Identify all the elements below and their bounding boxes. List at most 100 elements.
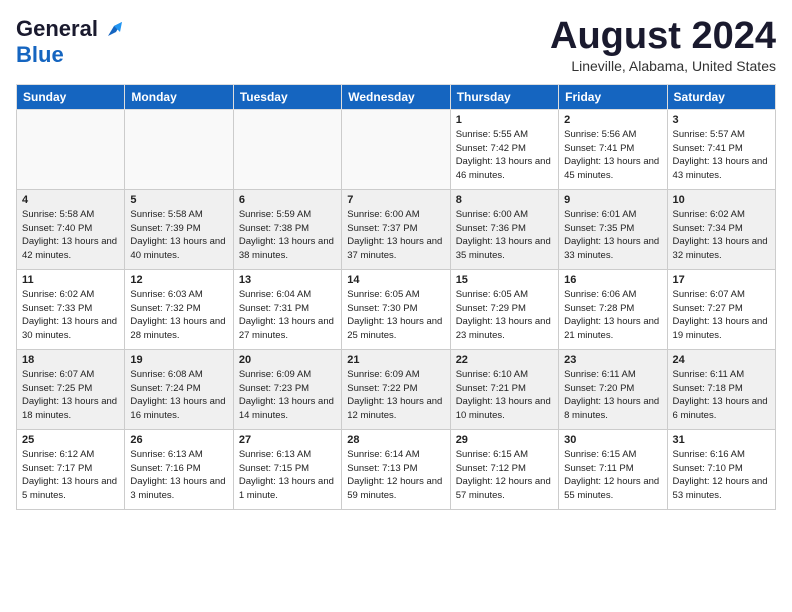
calendar-day-27: 27 Sunrise: 6:13 AMSunset: 7:15 PMDayligh… bbox=[233, 429, 341, 509]
day-info: Sunrise: 6:10 AMSunset: 7:21 PMDaylight:… bbox=[456, 368, 553, 423]
calendar-week-4: 18 Sunrise: 6:07 AMSunset: 7:25 PMDayligh… bbox=[17, 349, 776, 429]
calendar-day-empty-0 bbox=[17, 109, 125, 189]
calendar-week-3: 11Sunrise: 6:02 AMSunset: 7:33 PMDayligh… bbox=[17, 269, 776, 349]
calendar-header-row: SundayMondayTuesdayWednesdayThursdayFrid… bbox=[17, 84, 776, 109]
calendar-day-21: 21 Sunrise: 6:09 AMSunset: 7:22 PMDayligh… bbox=[342, 349, 450, 429]
calendar-day-22: 22 Sunrise: 6:10 AMSunset: 7:21 PMDayligh… bbox=[450, 349, 558, 429]
calendar-day-7: 7Sunrise: 6:00 AMSunset: 7:37 PMDaylight… bbox=[342, 189, 450, 269]
day-info: Sunrise: 6:09 AMSunset: 7:23 PMDaylight:… bbox=[239, 368, 336, 423]
logo-general-text: General bbox=[16, 16, 98, 42]
day-number: 27 bbox=[239, 434, 336, 446]
calendar-day-24: 24Sunrise: 6:11 AMSunset: 7:18 PMDayligh… bbox=[667, 349, 775, 429]
day-number: 7 bbox=[347, 194, 444, 206]
day-number: 6 bbox=[239, 194, 336, 206]
day-number: 4 bbox=[22, 194, 119, 206]
day-info: Sunrise: 5:56 AMSunset: 7:41 PMDaylight:… bbox=[564, 128, 661, 183]
day-number: 18 bbox=[22, 354, 119, 366]
day-number: 25 bbox=[22, 434, 119, 446]
calendar-day-12: 12Sunrise: 6:03 AMSunset: 7:32 PMDayligh… bbox=[125, 269, 233, 349]
calendar-day-4: 4Sunrise: 5:58 AMSunset: 7:40 PMDaylight… bbox=[17, 189, 125, 269]
day-number: 14 bbox=[347, 274, 444, 286]
col-header-saturday: Saturday bbox=[667, 84, 775, 109]
logo: General Blue bbox=[16, 16, 122, 68]
col-header-tuesday: Tuesday bbox=[233, 84, 341, 109]
col-header-monday: Monday bbox=[125, 84, 233, 109]
day-info: Sunrise: 6:14 AMSunset: 7:13 PMDaylight:… bbox=[347, 448, 444, 503]
day-info: Sunrise: 6:01 AMSunset: 7:35 PMDaylight:… bbox=[564, 208, 661, 263]
logo-bird-icon bbox=[100, 18, 122, 40]
col-header-sunday: Sunday bbox=[17, 84, 125, 109]
calendar-day-25: 25Sunrise: 6:12 AMSunset: 7:17 PMDayligh… bbox=[17, 429, 125, 509]
day-number: 31 bbox=[673, 434, 770, 446]
day-info: Sunrise: 6:13 AMSunset: 7:15 PMDaylight:… bbox=[239, 448, 336, 503]
calendar-day-empty-1 bbox=[125, 109, 233, 189]
day-number: 20 bbox=[239, 354, 336, 366]
day-number: 22 bbox=[456, 354, 553, 366]
col-header-thursday: Thursday bbox=[450, 84, 558, 109]
calendar-day-empty-3 bbox=[342, 109, 450, 189]
calendar-week-2: 4Sunrise: 5:58 AMSunset: 7:40 PMDaylight… bbox=[17, 189, 776, 269]
day-number: 26 bbox=[130, 434, 227, 446]
calendar-day-9: 9 Sunrise: 6:01 AMSunset: 7:35 PMDaylight… bbox=[559, 189, 667, 269]
calendar-day-20: 20 Sunrise: 6:09 AMSunset: 7:23 PMDayligh… bbox=[233, 349, 341, 429]
calendar-day-29: 29Sunrise: 6:15 AMSunset: 7:12 PMDayligh… bbox=[450, 429, 558, 509]
calendar-week-5: 25Sunrise: 6:12 AMSunset: 7:17 PMDayligh… bbox=[17, 429, 776, 509]
day-info: Sunrise: 5:59 AMSunset: 7:38 PMDaylight:… bbox=[239, 208, 336, 263]
day-number: 8 bbox=[456, 194, 553, 206]
day-number: 23 bbox=[564, 354, 661, 366]
col-header-wednesday: Wednesday bbox=[342, 84, 450, 109]
day-info: Sunrise: 6:05 AMSunset: 7:29 PMDaylight:… bbox=[456, 288, 553, 343]
calendar-day-6: 6 Sunrise: 5:59 AMSunset: 7:38 PMDaylight… bbox=[233, 189, 341, 269]
calendar-day-28: 28 Sunrise: 6:14 AMSunset: 7:13 PMDayligh… bbox=[342, 429, 450, 509]
day-info: Sunrise: 6:00 AMSunset: 7:36 PMDaylight:… bbox=[456, 208, 553, 263]
calendar-day-30: 30Sunrise: 6:15 AMSunset: 7:11 PMDayligh… bbox=[559, 429, 667, 509]
day-info: Sunrise: 6:05 AMSunset: 7:30 PMDaylight:… bbox=[347, 288, 444, 343]
calendar-day-17: 17 Sunrise: 6:07 AMSunset: 7:27 PMDayligh… bbox=[667, 269, 775, 349]
day-info: Sunrise: 6:15 AMSunset: 7:11 PMDaylight:… bbox=[564, 448, 661, 503]
col-header-friday: Friday bbox=[559, 84, 667, 109]
day-info: Sunrise: 6:11 AMSunset: 7:18 PMDaylight:… bbox=[673, 368, 770, 423]
day-number: 21 bbox=[347, 354, 444, 366]
day-number: 11 bbox=[22, 274, 119, 286]
calendar-day-15: 15Sunrise: 6:05 AMSunset: 7:29 PMDayligh… bbox=[450, 269, 558, 349]
calendar-day-2: 2 Sunrise: 5:56 AMSunset: 7:41 PMDaylight… bbox=[559, 109, 667, 189]
calendar-day-23: 23 Sunrise: 6:11 AMSunset: 7:20 PMDayligh… bbox=[559, 349, 667, 429]
day-number: 5 bbox=[130, 194, 227, 206]
logo-blue-text: Blue bbox=[16, 42, 64, 67]
calendar-day-11: 11Sunrise: 6:02 AMSunset: 7:33 PMDayligh… bbox=[17, 269, 125, 349]
day-number: 12 bbox=[130, 274, 227, 286]
calendar-day-8: 8 Sunrise: 6:00 AMSunset: 7:36 PMDaylight… bbox=[450, 189, 558, 269]
day-info: Sunrise: 6:08 AMSunset: 7:24 PMDaylight:… bbox=[130, 368, 227, 423]
day-info: Sunrise: 6:04 AMSunset: 7:31 PMDaylight:… bbox=[239, 288, 336, 343]
calendar-day-5: 5 Sunrise: 5:58 AMSunset: 7:39 PMDaylight… bbox=[125, 189, 233, 269]
calendar-day-14: 14 Sunrise: 6:05 AMSunset: 7:30 PMDayligh… bbox=[342, 269, 450, 349]
day-info: Sunrise: 6:16 AMSunset: 7:10 PMDaylight:… bbox=[673, 448, 770, 503]
calendar-day-26: 26 Sunrise: 6:13 AMSunset: 7:16 PMDayligh… bbox=[125, 429, 233, 509]
page-header: General Blue August 2024 Lineville, Alab… bbox=[16, 16, 776, 74]
day-number: 28 bbox=[347, 434, 444, 446]
calendar-day-16: 16Sunrise: 6:06 AMSunset: 7:28 PMDayligh… bbox=[559, 269, 667, 349]
day-info: Sunrise: 6:07 AMSunset: 7:27 PMDaylight:… bbox=[673, 288, 770, 343]
day-info: Sunrise: 6:09 AMSunset: 7:22 PMDaylight:… bbox=[347, 368, 444, 423]
calendar-day-10: 10Sunrise: 6:02 AMSunset: 7:34 PMDayligh… bbox=[667, 189, 775, 269]
calendar-day-19: 19Sunrise: 6:08 AMSunset: 7:24 PMDayligh… bbox=[125, 349, 233, 429]
day-info: Sunrise: 6:07 AMSunset: 7:25 PMDaylight:… bbox=[22, 368, 119, 423]
day-info: Sunrise: 6:13 AMSunset: 7:16 PMDaylight:… bbox=[130, 448, 227, 503]
day-number: 9 bbox=[564, 194, 661, 206]
day-number: 17 bbox=[673, 274, 770, 286]
day-number: 16 bbox=[564, 274, 661, 286]
day-number: 13 bbox=[239, 274, 336, 286]
day-info: Sunrise: 6:11 AMSunset: 7:20 PMDaylight:… bbox=[564, 368, 661, 423]
day-number: 3 bbox=[673, 114, 770, 126]
calendar-day-1: 1Sunrise: 5:55 AMSunset: 7:42 PMDaylight… bbox=[450, 109, 558, 189]
day-number: 2 bbox=[564, 114, 661, 126]
day-info: Sunrise: 5:58 AMSunset: 7:39 PMDaylight:… bbox=[130, 208, 227, 263]
calendar-day-3: 3 Sunrise: 5:57 AMSunset: 7:41 PMDaylight… bbox=[667, 109, 775, 189]
calendar-day-13: 13 Sunrise: 6:04 AMSunset: 7:31 PMDayligh… bbox=[233, 269, 341, 349]
location-text: Lineville, Alabama, United States bbox=[550, 58, 776, 74]
day-info: Sunrise: 5:57 AMSunset: 7:41 PMDaylight:… bbox=[673, 128, 770, 183]
day-info: Sunrise: 6:02 AMSunset: 7:34 PMDaylight:… bbox=[673, 208, 770, 263]
calendar-table: SundayMondayTuesdayWednesdayThursdayFrid… bbox=[16, 84, 776, 510]
day-info: Sunrise: 6:15 AMSunset: 7:12 PMDaylight:… bbox=[456, 448, 553, 503]
calendar-day-31: 31 Sunrise: 6:16 AMSunset: 7:10 PMDayligh… bbox=[667, 429, 775, 509]
